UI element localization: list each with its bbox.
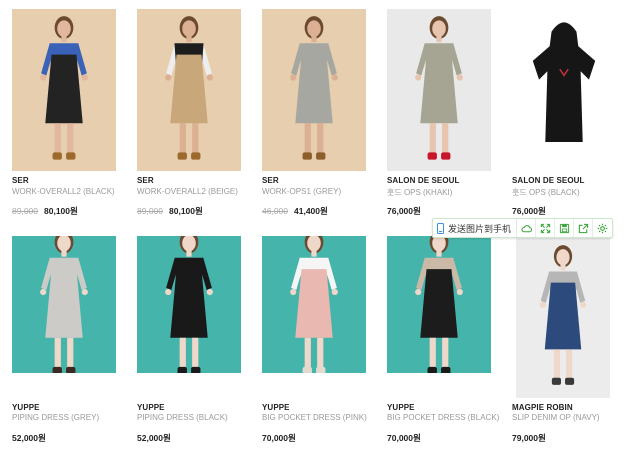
expand-icon[interactable]	[536, 219, 556, 237]
product-price-row: 89,000 80,100원	[137, 205, 203, 217]
product-brand: YUPPE	[387, 403, 415, 412]
product-brand: SER	[262, 176, 279, 185]
sale-price: 70,000원	[262, 433, 296, 443]
product-name[interactable]: BIG POCKET DRESS (BLACK)	[387, 413, 499, 422]
sale-price: 80,100원	[169, 206, 203, 216]
product-price-row: 70,000원	[387, 432, 421, 444]
product-image[interactable]	[137, 236, 241, 373]
product-image[interactable]	[387, 9, 491, 171]
product-brand: SER	[137, 176, 154, 185]
product-price-row: 79,000원	[512, 432, 546, 444]
product-name[interactable]: 훗드 OPS (KHAKI)	[387, 187, 452, 198]
sale-price: 70,000원	[387, 433, 421, 443]
original-price: 46,000	[262, 206, 288, 216]
cloud-icon[interactable]	[517, 219, 537, 237]
product-brand: YUPPE	[137, 403, 165, 412]
product-brand: SALON DE SEOUL	[512, 176, 585, 185]
product-name[interactable]: SLIP DENIM OP (NAVY)	[512, 413, 600, 422]
product-price-row: 52,000원	[137, 432, 171, 444]
product-image[interactable]	[516, 236, 610, 398]
product-name[interactable]: PIPING DRESS (BLACK)	[137, 413, 228, 422]
original-price: 89,000	[137, 206, 163, 216]
product-price-row: 76,000원	[512, 205, 546, 217]
original-price: 89,000	[12, 206, 38, 216]
product-image[interactable]	[137, 9, 241, 171]
sale-price: 79,000원	[512, 433, 546, 443]
image-toolbar: 发送图片到手机	[432, 218, 614, 238]
product-name[interactable]: 훗드 OPS (BLACK)	[512, 187, 580, 198]
sale-price: 52,000원	[12, 433, 46, 443]
product-name[interactable]: WORK-OPS1 (GREY)	[262, 187, 341, 196]
send-to-phone-button[interactable]: 发送图片到手机	[433, 219, 518, 237]
product-name[interactable]: WORK-OVERALL2 (BLACK)	[12, 187, 115, 196]
save-icon[interactable]	[555, 219, 575, 237]
product-brand: MAGPIE ROBIN	[512, 403, 573, 412]
product-brand: YUPPE	[262, 403, 290, 412]
model-pocket-black	[387, 236, 491, 373]
product-price-row: 70,000원	[262, 432, 296, 444]
product-price-row: 52,000원	[12, 432, 46, 444]
phone-icon	[437, 222, 444, 234]
model-piping-grey	[12, 236, 116, 373]
model-pocket-pink	[262, 236, 366, 373]
product-brand: SER	[12, 176, 29, 185]
share-icon[interactable]	[574, 219, 594, 237]
model-overall-black	[12, 9, 116, 171]
product-name[interactable]: BIG POCKET DRESS (PINK)	[262, 413, 367, 422]
product-name[interactable]: WORK-OVERALL2 (BEIGE)	[137, 187, 238, 196]
send-to-phone-label: 发送图片到手机	[448, 223, 512, 234]
sale-price: 76,000원	[512, 206, 546, 216]
product-image[interactable]	[262, 236, 366, 373]
sale-price: 80,100원	[44, 206, 78, 216]
product-name[interactable]: PIPING DRESS (GREY)	[12, 413, 99, 422]
product-brand: YUPPE	[12, 403, 40, 412]
product-image[interactable]	[387, 236, 491, 373]
model-ops-grey	[262, 9, 366, 171]
product-image[interactable]	[262, 9, 366, 171]
sale-price: 41,400원	[294, 206, 328, 216]
product-price-row: 76,000원	[387, 205, 421, 217]
model-slip-denim	[516, 236, 610, 398]
model-hood-khaki	[387, 9, 491, 171]
product-price-row: 46,000 41,400원	[262, 205, 328, 217]
model-overall-beige	[137, 9, 241, 171]
model-piping-black	[137, 236, 241, 373]
product-brand: SALON DE SEOUL	[387, 176, 460, 185]
hood-dress-black	[512, 9, 616, 171]
product-image[interactable]	[12, 236, 116, 373]
sale-price: 52,000원	[137, 433, 171, 443]
settings-icon[interactable]	[593, 219, 612, 237]
product-image[interactable]	[512, 9, 616, 171]
product-price-row: 89,000 80,100원	[12, 205, 78, 217]
sale-price: 76,000원	[387, 206, 421, 216]
product-image[interactable]	[12, 9, 116, 171]
